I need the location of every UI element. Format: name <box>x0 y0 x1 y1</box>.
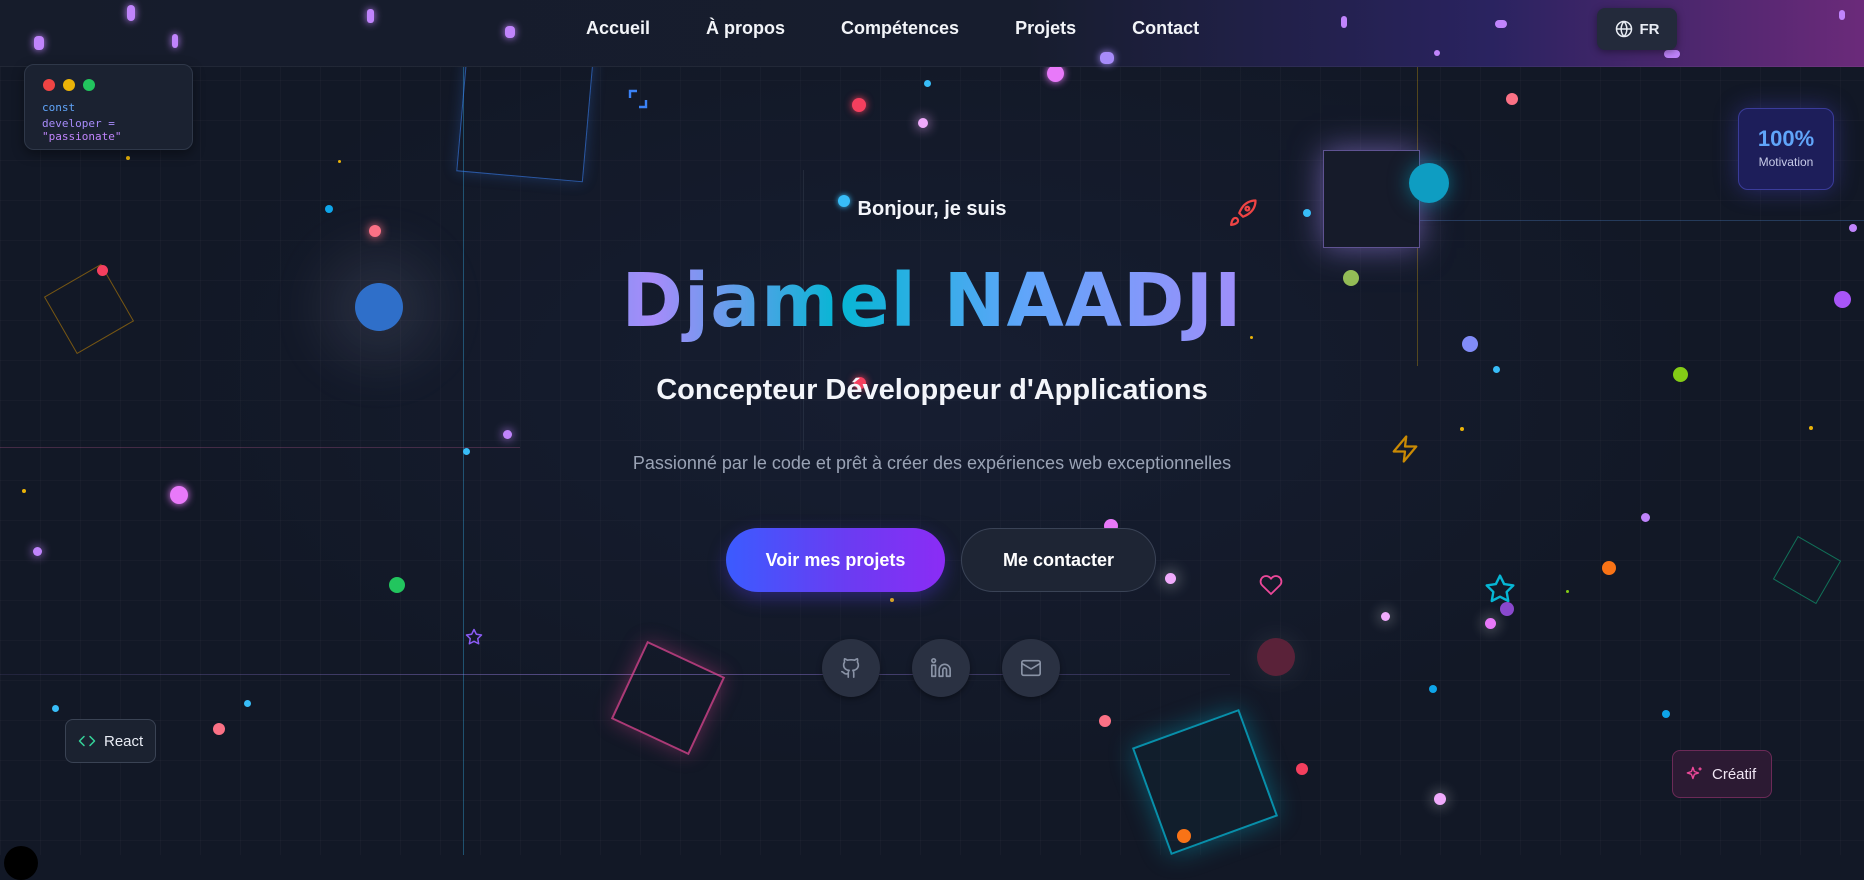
particle <box>1460 427 1464 431</box>
heart-icon <box>1259 573 1283 602</box>
particle <box>1047 65 1064 82</box>
particle <box>1177 829 1191 843</box>
mail-icon <box>1020 657 1042 679</box>
window-dot-green <box>83 79 95 91</box>
particle <box>170 486 188 504</box>
linkedin-icon <box>930 657 952 679</box>
motivation-label: Motivation <box>1758 155 1814 169</box>
particle <box>1429 685 1437 693</box>
particle <box>1099 715 1111 727</box>
view-projects-button[interactable]: Voir mes projets <box>726 528 945 592</box>
particle <box>505 26 515 38</box>
particle <box>1493 366 1500 373</box>
particle <box>172 34 178 48</box>
glow-orb-cyan <box>1409 163 1449 203</box>
particle <box>1165 573 1176 584</box>
particle <box>503 430 512 439</box>
particle <box>1434 793 1446 805</box>
particle <box>1641 513 1650 522</box>
code-line-1: const <box>42 101 76 114</box>
code-brackets-icon <box>78 732 96 750</box>
particle <box>1434 50 1440 56</box>
particle <box>852 98 866 112</box>
creatif-badge-label: Créatif <box>1712 765 1757 783</box>
code-keyword: developer = <box>42 117 115 130</box>
particle <box>22 489 26 493</box>
decor-line-horizontal-2 <box>0 447 520 448</box>
particle <box>52 705 59 712</box>
nav-link-competences[interactable]: Compétences <box>841 18 959 39</box>
small-star-icon <box>465 628 483 651</box>
hero-title: Concepteur Développeur d'Applications <box>656 374 1208 406</box>
particle <box>1662 710 1670 718</box>
code-snippet-card: const developer = "passionate" <box>24 64 193 150</box>
nav-link-projets[interactable]: Projets <box>1015 18 1076 39</box>
particle <box>1485 618 1496 629</box>
corner-circle <box>4 846 38 880</box>
particle <box>1100 52 1114 64</box>
nav-links: Accueil À propos Compétences Projets Con… <box>586 18 1255 39</box>
particle <box>1506 93 1518 105</box>
nav-link-accueil[interactable]: Accueil <box>586 18 650 39</box>
particle <box>389 577 405 593</box>
particle <box>34 36 44 50</box>
particle <box>1849 224 1857 232</box>
sparkles-icon <box>1685 765 1704 784</box>
hero-name: Djamel NAADJI <box>0 258 1864 344</box>
particle <box>127 5 135 21</box>
particle <box>1664 50 1680 58</box>
corner-bracket-icon <box>627 88 649 115</box>
particle <box>1495 20 1507 28</box>
linkedin-link[interactable] <box>912 639 970 697</box>
code-string: "passionate" <box>42 130 122 143</box>
particle <box>1500 602 1514 616</box>
globe-icon <box>1615 20 1633 38</box>
particle <box>338 160 341 163</box>
particle <box>367 9 374 23</box>
particle <box>924 80 931 87</box>
hero-intro: Bonjour, je suis <box>857 198 1007 220</box>
nav-link-contact[interactable]: Contact <box>1132 18 1199 39</box>
github-icon <box>840 657 862 679</box>
email-link[interactable] <box>1002 639 1060 697</box>
particle <box>1296 763 1308 775</box>
react-badge-label: React <box>104 732 144 750</box>
particle <box>890 598 894 602</box>
glow-orb-maroon <box>1257 638 1295 676</box>
particle <box>918 118 928 128</box>
window-dot-yellow <box>63 79 75 91</box>
language-label: FR <box>1639 20 1660 38</box>
nav-link-a-propos[interactable]: À propos <box>706 18 785 39</box>
particle <box>1809 426 1813 430</box>
github-link[interactable] <box>822 639 880 697</box>
motivation-card: 100% Motivation <box>1738 108 1834 190</box>
particle <box>33 547 42 556</box>
language-switch-button[interactable]: FR <box>1597 8 1677 50</box>
code-line-2: developer = "passionate" <box>42 117 192 143</box>
background-glow <box>0 0 1864 855</box>
hero-subtitle: Passionné par le code et prêt à créer de… <box>632 453 1232 473</box>
particle <box>213 723 225 735</box>
motivation-value: 100% <box>1757 126 1815 151</box>
particle <box>1839 10 1845 20</box>
top-navbar: Accueil À propos Compétences Projets Con… <box>0 0 1864 67</box>
creatif-badge: Créatif <box>1672 750 1772 798</box>
particle <box>244 700 251 707</box>
particle <box>369 225 381 237</box>
react-badge: React <box>65 719 156 763</box>
particle <box>1602 561 1616 575</box>
window-dot-red <box>43 79 55 91</box>
particle <box>1381 612 1390 621</box>
contact-me-button[interactable]: Me contacter <box>961 528 1156 592</box>
particle <box>1341 16 1347 28</box>
particle <box>1566 590 1569 593</box>
particle <box>126 156 130 160</box>
